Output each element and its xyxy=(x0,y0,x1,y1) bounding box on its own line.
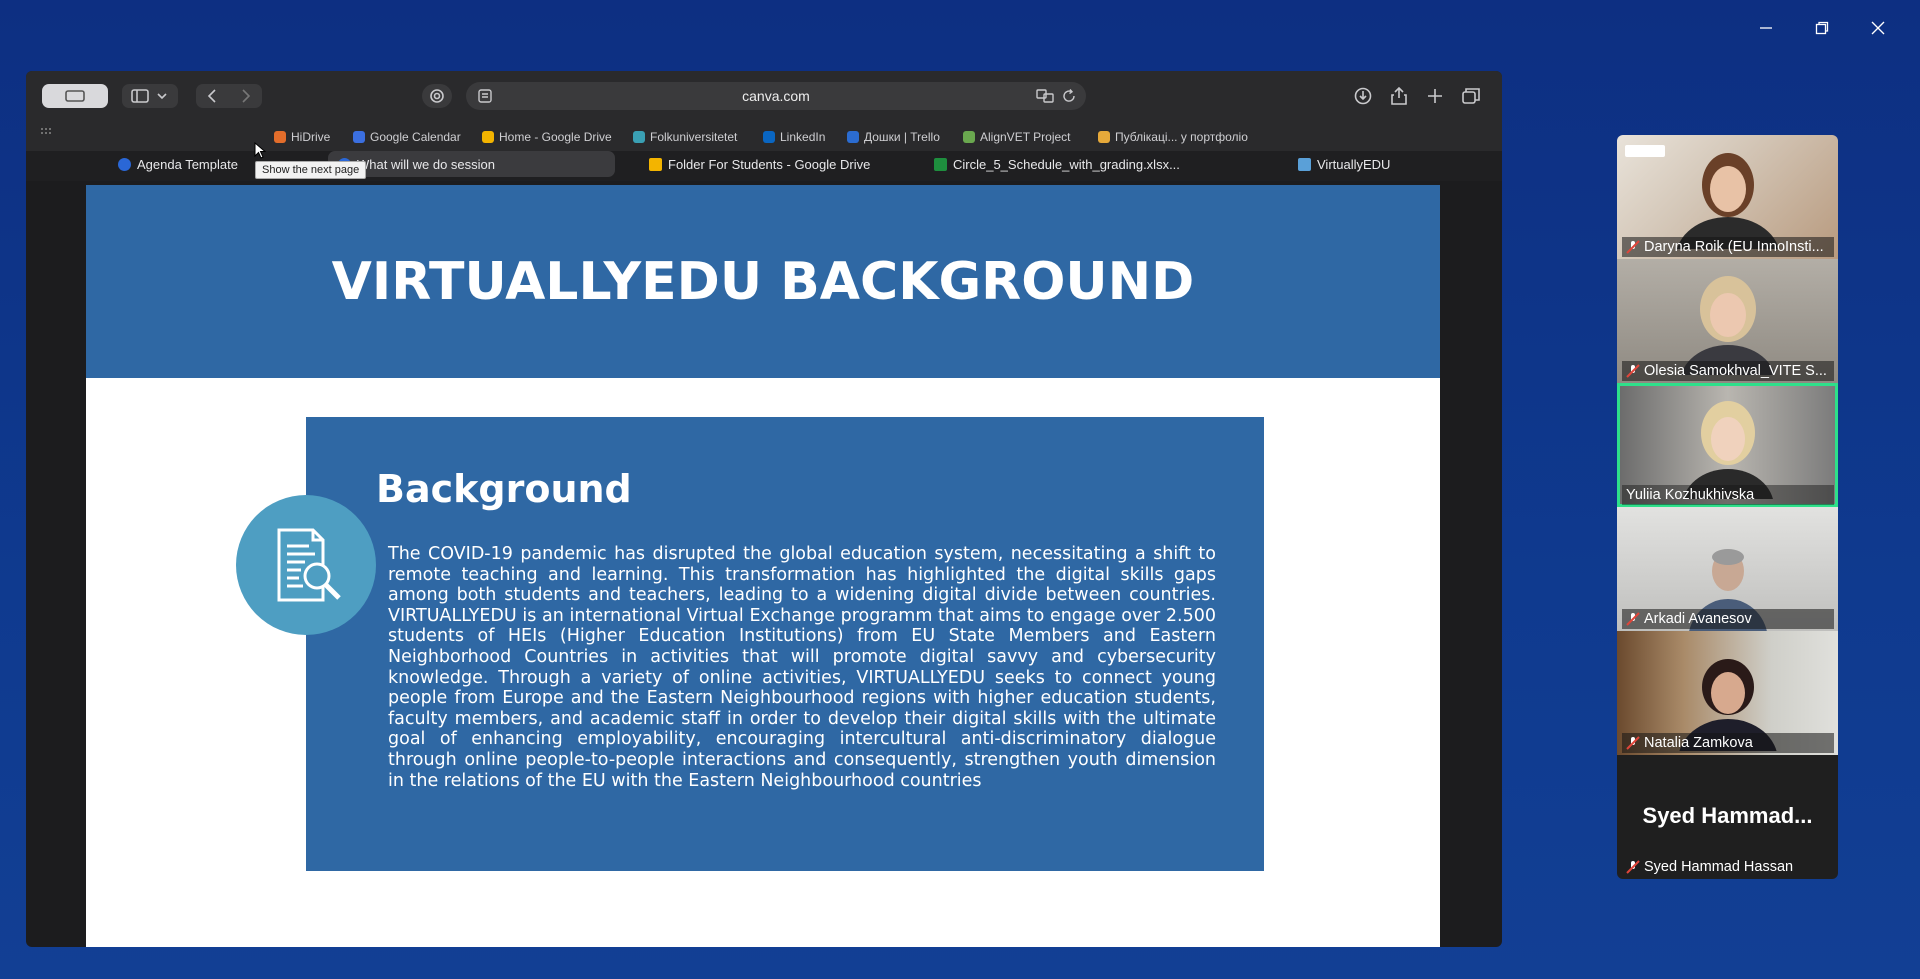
shared-screen: canva.com HiDrive Google Calendar Home -… xyxy=(26,71,1502,947)
tab-what-will-we-do[interactable]: What will we do session xyxy=(328,151,615,177)
participant-tile[interactable]: Daryna Roik (EU InnoInsti... xyxy=(1617,135,1838,259)
minimize-icon xyxy=(1760,27,1772,29)
downloads-button[interactable] xyxy=(1350,84,1376,108)
participant-video xyxy=(1680,276,1775,375)
tabs-icon xyxy=(1462,88,1480,104)
tab-favicon xyxy=(118,157,131,171)
download-icon xyxy=(1354,87,1372,105)
close-button[interactable] xyxy=(1850,14,1906,42)
participant-tile[interactable]: Arkadi Avanesov xyxy=(1617,507,1838,631)
restore-icon xyxy=(1815,21,1829,35)
background-body-text: The COVID-19 pandemic has disrupted the … xyxy=(388,544,1216,791)
bookmark-favicon xyxy=(274,131,286,143)
participant-name-bar: Olesia Samokhval_VITE S... xyxy=(1622,361,1834,381)
bookmark-favicon xyxy=(963,131,975,143)
bookmark-item[interactable]: LinkedIn xyxy=(763,130,825,144)
mic-muted-icon xyxy=(1626,240,1640,254)
mic-muted-icon xyxy=(1626,736,1640,750)
participant-name-bar: Arkadi Avanesov xyxy=(1622,609,1834,629)
participant-tile[interactable]: Olesia Samokhval_VITE S... xyxy=(1617,259,1838,383)
bookmark-item[interactable]: Home - Google Drive xyxy=(482,130,612,144)
bookmark-item[interactable]: Публікаці... у портфоліо xyxy=(1098,130,1248,144)
address-bar[interactable]: canva.com xyxy=(466,82,1086,110)
bookmark-item[interactable]: Google Calendar xyxy=(353,130,461,144)
background-panel: Background The COVID-19 pandemic has dis… xyxy=(306,417,1264,871)
bookmark-favicon xyxy=(1098,131,1110,143)
browser-toolbar: canva.com xyxy=(26,71,1502,121)
bookmark-favicon xyxy=(763,131,775,143)
share-button[interactable] xyxy=(1386,84,1412,108)
window-pill-button[interactable] xyxy=(42,84,108,108)
background-heading: Background xyxy=(376,467,632,511)
presentation-slide: VIRTUALLYEDU BACKGROUND Background The C… xyxy=(86,185,1440,947)
apps-grid-icon[interactable] xyxy=(40,127,54,137)
bookmark-favicon xyxy=(353,131,365,143)
window-icon xyxy=(65,90,85,102)
participant-name-bar: Syed Hammad Hassan xyxy=(1622,857,1834,877)
participant-tile[interactable]: Syed Hammad... Syed Hammad Hassan xyxy=(1617,755,1838,879)
close-icon xyxy=(1871,21,1885,35)
participant-placeholder-name: Syed Hammad... xyxy=(1642,803,1813,828)
participant-name-bar: Daryna Roik (EU InnoInsti... xyxy=(1622,237,1834,257)
address-text: canva.com xyxy=(742,88,810,104)
translate-icon[interactable] xyxy=(1036,89,1054,103)
tab-overview-button[interactable] xyxy=(1458,84,1484,108)
tab-favicon xyxy=(649,157,662,171)
extension-button[interactable] xyxy=(422,84,452,108)
tab-bar: Agenda Template What will we do session … xyxy=(26,151,1502,181)
bookmark-favicon xyxy=(482,131,494,143)
back-forward-icon[interactable] xyxy=(199,88,259,104)
bookmark-item[interactable]: Folkuniversitetet xyxy=(633,130,737,144)
mic-muted-icon xyxy=(1626,612,1640,626)
nav-buttons xyxy=(196,84,262,108)
participants-panel: Daryna Roik (EU InnoInsti... Olesia Samo… xyxy=(1617,135,1838,879)
cursor-icon xyxy=(254,142,266,159)
bookmark-item[interactable]: AlignVET Project xyxy=(963,130,1071,144)
mic-muted-icon xyxy=(1626,364,1640,378)
minimize-button[interactable] xyxy=(1738,14,1794,42)
bookmark-favicon xyxy=(847,131,859,143)
mic-muted-icon xyxy=(1626,860,1640,874)
bookmark-item[interactable]: Дошки | Trello xyxy=(847,130,940,144)
participant-tile-active-speaker[interactable]: Yuliia Kozhukhivska xyxy=(1617,383,1838,507)
share-icon xyxy=(1391,87,1407,105)
plus-icon xyxy=(1428,89,1442,103)
bookmark-item[interactable]: HiDrive xyxy=(274,130,330,144)
restore-button[interactable] xyxy=(1794,14,1850,42)
bookmark-favicon xyxy=(633,131,645,143)
tab-circle-schedule[interactable]: Circle_5_Schedule_with_grading.xlsx... xyxy=(924,151,1190,177)
tooltip: Show the next page xyxy=(255,161,367,179)
participant-name-bar: Yuliia Kozhukhivska xyxy=(1622,485,1834,505)
slide-title: VIRTUALLYEDU BACKGROUND xyxy=(331,251,1195,312)
tab-favicon xyxy=(1298,157,1311,171)
slide-header: VIRTUALLYEDU BACKGROUND xyxy=(86,185,1440,378)
tab-folder-for-students[interactable]: Folder For Students - Google Drive xyxy=(639,151,880,177)
participant-name-bar: Natalia Zamkova xyxy=(1622,733,1834,753)
sidebar-icon xyxy=(131,89,167,103)
bookmarks-bar: HiDrive Google Calendar Home - Google Dr… xyxy=(26,121,1502,151)
document-search-icon xyxy=(236,495,376,635)
tab-favicon xyxy=(934,157,947,171)
extension-icon xyxy=(430,89,444,103)
new-tab-button[interactable] xyxy=(1422,84,1448,108)
tab-virtuallyedu[interactable]: VirtuallyEDU xyxy=(1288,151,1400,177)
tab-agenda-template[interactable]: Agenda Template xyxy=(108,151,248,177)
participant-video xyxy=(1676,153,1779,249)
logo-sign xyxy=(1625,145,1665,157)
participant-tile[interactable]: Natalia Zamkova xyxy=(1617,631,1838,755)
window-controls xyxy=(1738,14,1906,42)
reload-icon[interactable] xyxy=(1062,89,1076,103)
participant-video xyxy=(1682,401,1773,499)
sidebar-toggle-button[interactable] xyxy=(122,84,178,108)
